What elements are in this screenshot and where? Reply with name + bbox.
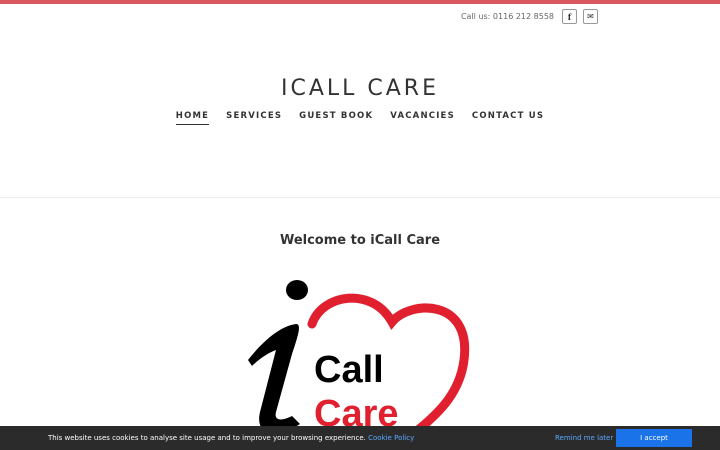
i-stem: [248, 324, 300, 432]
main-nav: HOME SERVICES GUEST BOOK VACANCIES CONTA…: [0, 111, 720, 125]
site-title[interactable]: ICALL CARE: [0, 76, 720, 101]
cookie-message: This website uses cookies to analyse sit…: [48, 434, 414, 442]
top-accent-bar: [0, 0, 720, 4]
nav-services[interactable]: SERVICES: [226, 111, 282, 125]
header-divider: [0, 197, 720, 198]
remind-later-link[interactable]: Remind me later: [555, 434, 613, 442]
phone-number: Call us: 0116 212 8558: [460, 12, 554, 21]
i-dot: [286, 280, 308, 300]
email-icon[interactable]: ✉: [583, 9, 598, 24]
logo-word-call: Call: [314, 349, 384, 391]
cookie-banner: This website uses cookies to analyse sit…: [0, 426, 720, 450]
cookie-message-text: This website uses cookies to analyse sit…: [48, 434, 366, 442]
cookie-policy-link[interactable]: Cookie Policy: [368, 434, 414, 442]
nav-vacancies[interactable]: VACANCIES: [390, 111, 455, 125]
header-contact: Call us: 0116 212 8558 f ✉: [461, 9, 598, 24]
facebook-icon[interactable]: f: [562, 9, 577, 24]
nav-home[interactable]: HOME: [175, 111, 210, 125]
nav-guest-book[interactable]: GUEST BOOK: [299, 111, 373, 125]
icall-care-logo: Call Care: [248, 280, 470, 432]
nav-contact-us[interactable]: CONTACT US: [472, 111, 544, 125]
accept-cookies-button[interactable]: I accept: [616, 429, 692, 447]
welcome-heading: Welcome to iCall Care: [279, 233, 441, 248]
